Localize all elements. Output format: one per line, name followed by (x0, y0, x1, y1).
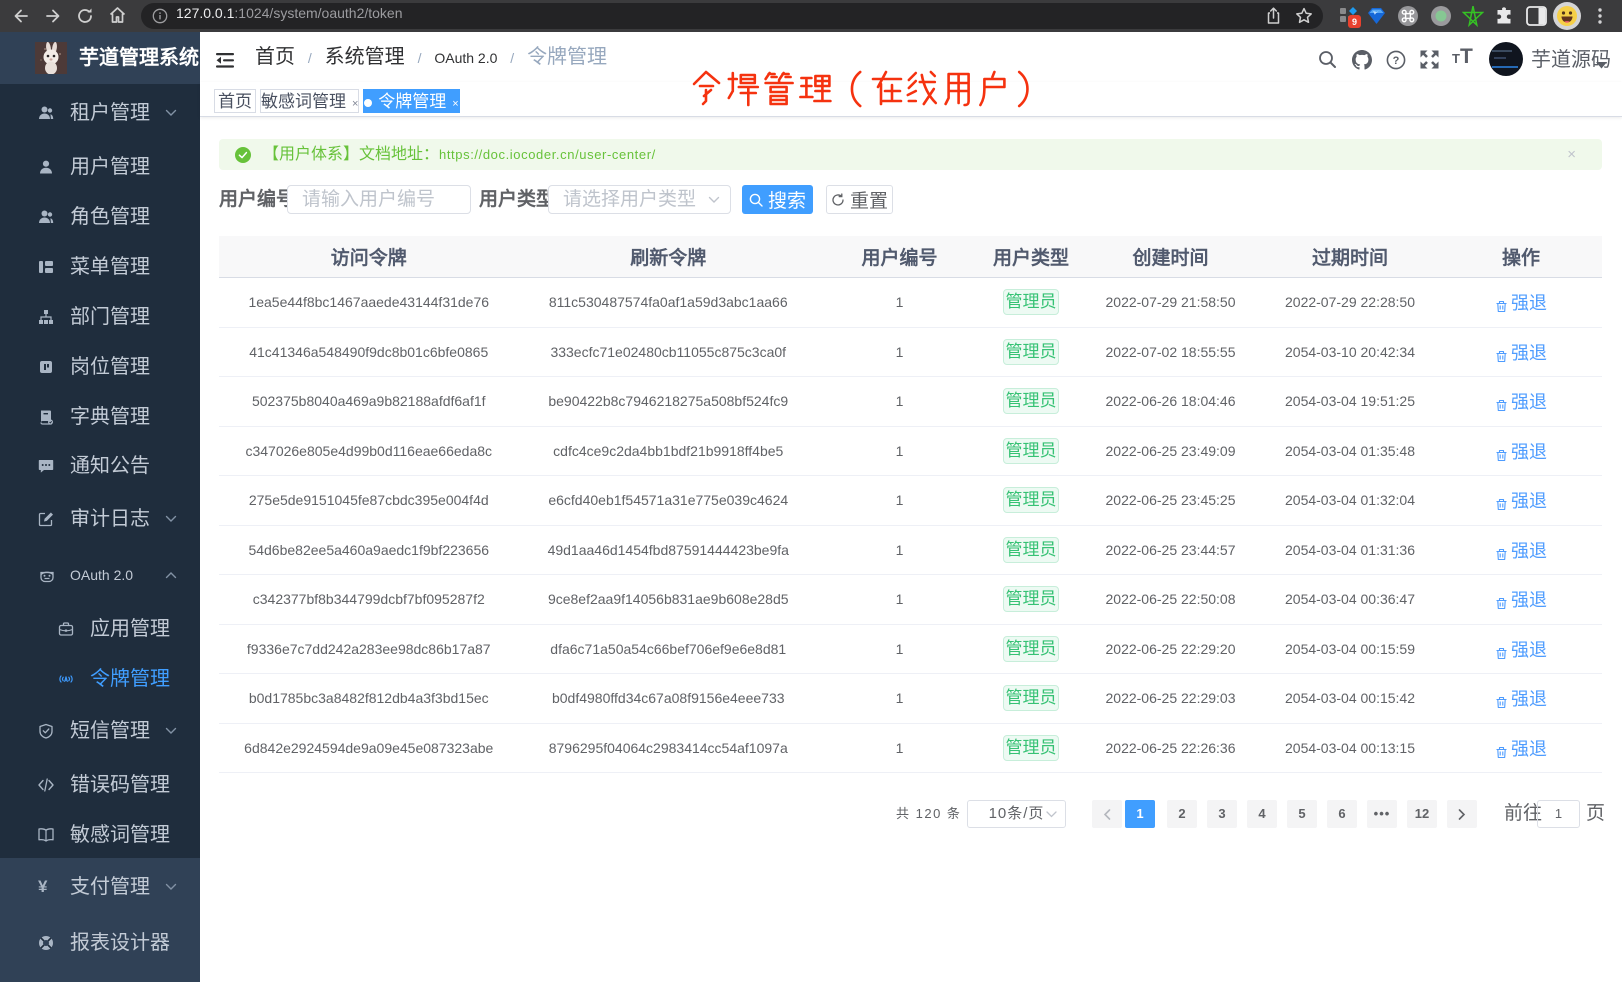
svg-text:9: 9 (1352, 17, 1357, 27)
svg-text:?: ? (1393, 55, 1400, 67)
